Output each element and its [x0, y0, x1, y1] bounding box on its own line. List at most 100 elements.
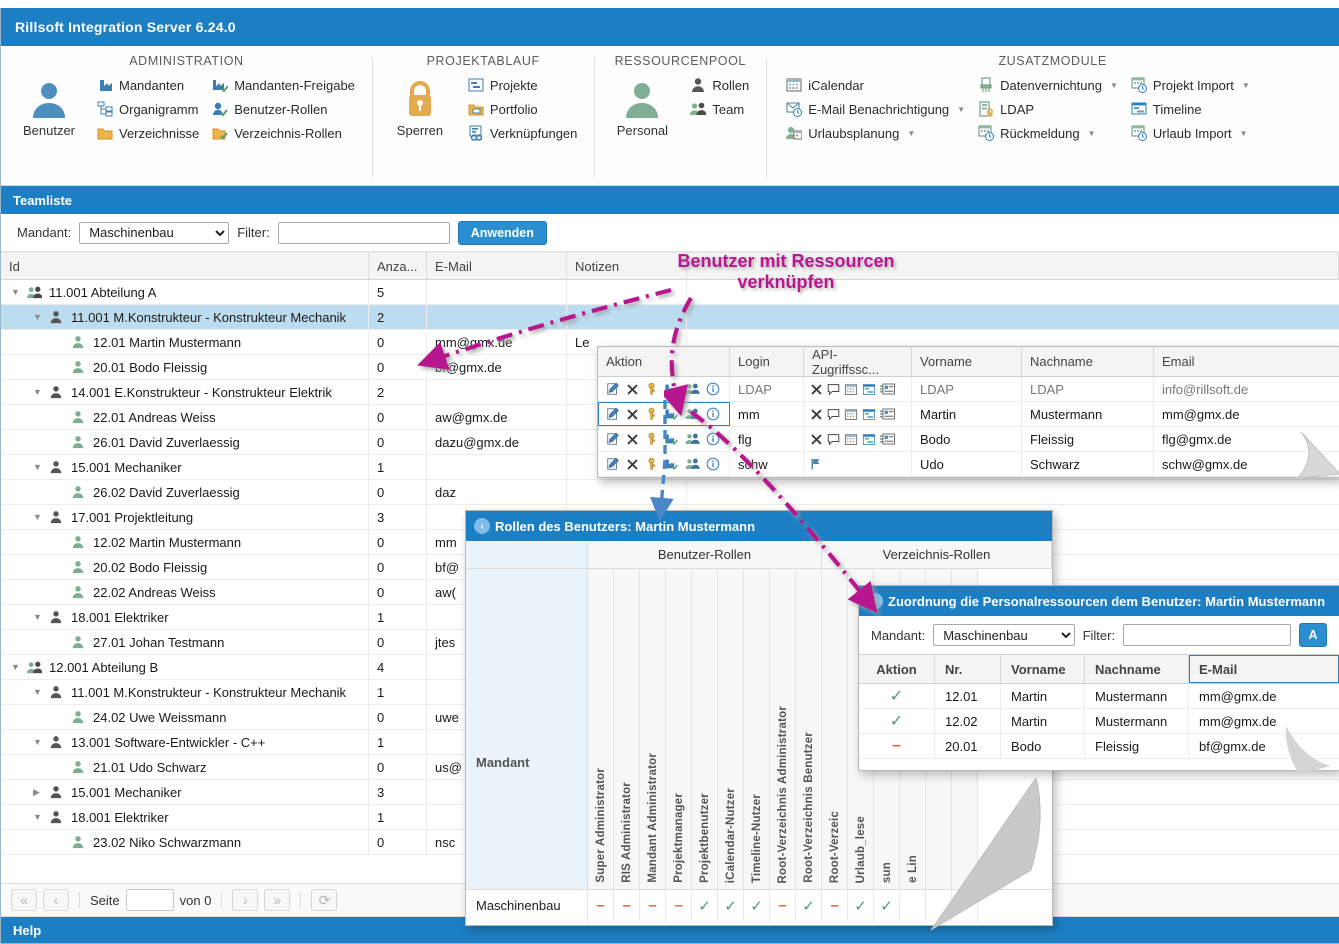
column-header-aktion[interactable]: Aktion: [598, 347, 730, 376]
column-header-email[interactable]: E-Mail: [1189, 655, 1339, 683]
column-header-vorname[interactable]: Vorname: [1001, 655, 1085, 683]
column-header-nachname[interactable]: Nachname: [1022, 347, 1154, 376]
chevron-down-icon[interactable]: ▼: [1110, 81, 1118, 90]
back-icon[interactable]: ‹: [474, 518, 490, 534]
column-header-aktion[interactable]: Aktion: [859, 655, 935, 683]
role-denied-dash-icon[interactable]: –: [770, 890, 796, 921]
chevron-down-icon[interactable]: ▼: [957, 105, 965, 114]
chevron-down-icon[interactable]: ▼: [33, 512, 49, 522]
ribbon-item-timeline[interactable]: Timeline: [1127, 98, 1257, 120]
ribbon-item-urlaub-import[interactable]: Urlaub Import ▼: [1127, 122, 1257, 144]
column-header-email[interactable]: Email: [1154, 347, 1339, 376]
delete-icon[interactable]: [810, 433, 823, 446]
role-granted-check-icon[interactable]: ✓: [692, 890, 718, 921]
team-link-icon[interactable]: [685, 457, 700, 471]
apply-button[interactable]: A: [1299, 623, 1327, 647]
table-row[interactable]: flg Bodo Fleissig flg@gmx.de: [598, 427, 1339, 452]
flag-icon[interactable]: [810, 457, 823, 471]
ribbon-item-icalendar[interactable]: iCalendar: [782, 74, 972, 96]
edit-icon[interactable]: [606, 407, 620, 421]
chevron-down-icon[interactable]: ▼: [1088, 129, 1096, 138]
next-page-button[interactable]: ›: [232, 889, 259, 911]
table-row[interactable]: schw Udo Schwarz schw@gmx.de: [598, 452, 1339, 477]
ribbon-item-rollen[interactable]: Rollen: [686, 74, 756, 96]
team-link-icon[interactable]: [685, 407, 700, 421]
gantt-icon[interactable]: [862, 433, 876, 446]
key-icon[interactable]: [645, 457, 658, 471]
roles-column-header[interactable]: Mandant Administrator: [640, 569, 666, 889]
ribbon-item-organigramm[interactable]: Organigramm: [93, 98, 206, 120]
role-granted-check-icon[interactable]: ✓: [718, 890, 744, 921]
ribbon-item-benutzer-rollen[interactable]: Benutzer-Rollen: [208, 98, 362, 120]
delete-icon[interactable]: [810, 408, 823, 421]
key-icon[interactable]: [645, 432, 658, 446]
role-denied-dash-icon[interactable]: –: [666, 890, 692, 921]
mandant-select[interactable]: Maschinenbau: [933, 624, 1075, 646]
roles-column-header[interactable]: Projektmanager: [666, 569, 692, 889]
table-row[interactable]: ✓ 12.01 Martin Mustermann mm@gmx.de: [859, 684, 1339, 709]
column-header-nr[interactable]: Nr.: [935, 655, 1001, 683]
last-page-button[interactable]: »: [264, 889, 291, 911]
table-row[interactable]: 26.02 David Zuverlaessig 0 daz: [1, 480, 1339, 505]
column-header-id[interactable]: Id: [1, 253, 369, 279]
chevron-down-icon[interactable]: ▼: [33, 462, 49, 472]
chevron-down-icon[interactable]: ▼: [1242, 81, 1250, 90]
info-icon[interactable]: [706, 432, 720, 446]
table-row[interactable]: mm Martin Mustermann mm@gmx.de: [598, 402, 1339, 427]
column-header-email[interactable]: E-Mail: [427, 253, 567, 279]
key-icon[interactable]: [645, 382, 658, 396]
first-page-button[interactable]: «: [11, 889, 37, 911]
mandant-roles-icon[interactable]: [664, 457, 679, 471]
ribbon-item-team[interactable]: Team: [686, 98, 756, 120]
calendar-icon[interactable]: [844, 383, 858, 396]
chevron-right-icon[interactable]: ▶: [33, 787, 49, 798]
comment-icon[interactable]: [827, 408, 840, 421]
unassigned-dash-icon[interactable]: –: [859, 734, 935, 758]
ribbon-item-verknuepfungen[interactable]: Verknüpfungen: [464, 122, 584, 144]
role-denied-dash-icon[interactable]: –: [614, 890, 640, 921]
table-row[interactable]: Maschinenbau – – – – ✓ ✓ ✓ – ✓ – ✓ ✓: [466, 889, 1052, 921]
roles-column-header[interactable]: Root-Verzeichnis Benutzer: [796, 569, 822, 889]
info-icon[interactable]: [706, 382, 720, 396]
role-denied-dash-icon[interactable]: –: [822, 890, 848, 921]
ribbon-item-portfolio[interactable]: Portfolio: [464, 98, 584, 120]
calendar-icon[interactable]: [844, 408, 858, 421]
calendar-icon[interactable]: [844, 433, 858, 446]
column-header-api[interactable]: API-Zugriffssc...: [804, 347, 912, 377]
table-row[interactable]: LDAP LDAP LDAP info@rillsoft.de: [598, 377, 1339, 402]
chevron-down-icon[interactable]: ▼: [33, 387, 49, 397]
mandant-roles-icon[interactable]: [664, 432, 679, 446]
roles-column-header[interactable]: RIS Administrator: [614, 569, 640, 889]
edit-icon[interactable]: [606, 457, 620, 471]
info-icon[interactable]: [706, 407, 720, 421]
comment-icon[interactable]: [827, 383, 840, 396]
column-header-nachname[interactable]: Nachname: [1085, 655, 1189, 683]
roles-column-header[interactable]: Super Administrator: [588, 569, 614, 889]
key-icon[interactable]: [645, 407, 658, 421]
ribbon-big-button-sperren[interactable]: Sperren: [382, 74, 458, 138]
role-denied-dash-icon[interactable]: –: [588, 890, 614, 921]
column-header-extra[interactable]: [687, 253, 1339, 279]
column-header-anzahl[interactable]: Anza...: [369, 253, 427, 279]
role-granted-check-icon[interactable]: ✓: [744, 890, 770, 921]
chevron-down-icon[interactable]: ▼: [33, 737, 49, 747]
table-row[interactable]: –20.01 Bodo Fleissig bf@gmx.de: [859, 734, 1339, 759]
chevron-down-icon[interactable]: ▼: [33, 687, 49, 697]
ribbon-item-verzeichnisse[interactable]: Verzeichnisse: [93, 122, 206, 144]
column-header-notizen[interactable]: Notizen: [567, 253, 687, 279]
delete-icon[interactable]: [626, 408, 639, 421]
ribbon-item-ldap[interactable]: LDAP: [974, 98, 1125, 120]
roles-column-header[interactable]: Root-Verzeic: [822, 569, 848, 889]
role-granted-check-icon[interactable]: ✓: [874, 890, 900, 921]
edit-icon[interactable]: [606, 432, 620, 446]
info-icon[interactable]: [706, 457, 720, 471]
role-empty-cell[interactable]: [926, 890, 952, 921]
roles-column-header[interactable]: Projektbenutzer: [692, 569, 718, 889]
ribbon-item-verzeichnis-rollen[interactable]: Verzeichnis-Rollen: [208, 122, 362, 144]
chevron-down-icon[interactable]: ▼: [11, 662, 27, 672]
card-icon[interactable]: [880, 408, 895, 420]
chevron-down-icon[interactable]: ▼: [1240, 129, 1248, 138]
ribbon-item-rueckmeldung[interactable]: Rückmeldung ▼: [974, 122, 1125, 144]
chevron-down-icon[interactable]: ▼: [11, 287, 27, 297]
ribbon-item-urlaubsplanung[interactable]: Urlaubsplanung ▼: [782, 122, 972, 144]
